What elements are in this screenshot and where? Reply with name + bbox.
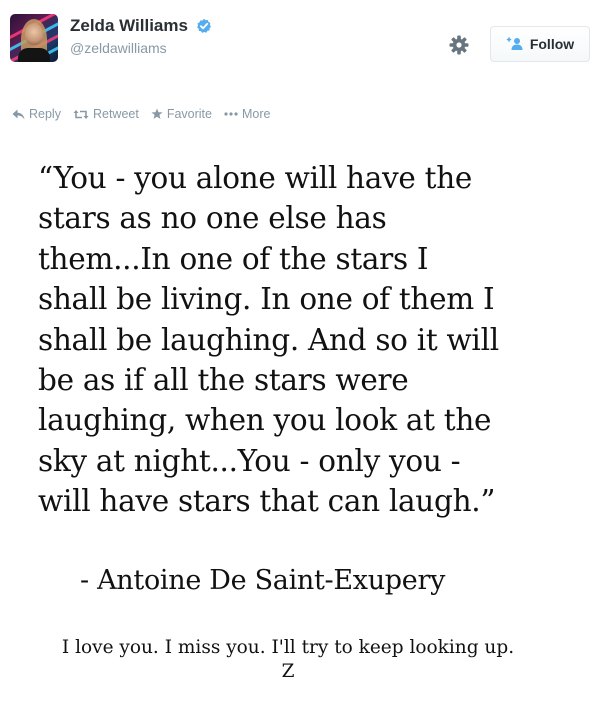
retweet-action[interactable]: Retweet — [73, 107, 139, 121]
add-user-icon — [506, 37, 523, 50]
follow-label: Follow — [529, 36, 575, 52]
quote-line: them...In one of the stars I — [38, 241, 429, 276]
tweet-image-quote: “You - you alone will have the stars as … — [38, 158, 598, 522]
message-line: I love you. I miss you. I'll try to keep… — [61, 637, 515, 658]
quote-attribution: - Antoine De Saint-Exupery — [80, 565, 446, 596]
favorite-label: Favorite — [166, 107, 212, 121]
verified-badge-icon — [196, 18, 212, 34]
quote-line: will have stars that can laugh.” — [38, 484, 496, 519]
more-action[interactable]: More — [224, 107, 270, 121]
reply-icon — [12, 109, 25, 119]
quote-line: sky at night...You - only you - — [38, 443, 461, 478]
user-handle[interactable]: @zeldawilliams — [70, 40, 212, 56]
quote-line: “You - you alone will have the — [38, 161, 473, 195]
user-info: Zelda Williams @zeldawilliams — [70, 16, 212, 56]
message-signature: Z — [281, 661, 295, 682]
quote-line: laughing, when you look at the — [38, 403, 492, 438]
retweet-label: Retweet — [92, 107, 139, 121]
ellipsis-icon — [224, 112, 238, 116]
favorite-action[interactable]: Favorite — [151, 107, 212, 121]
reply-label: Reply — [29, 107, 61, 121]
quote-line: shall be living. In one of them I — [38, 282, 495, 317]
avatar[interactable] — [10, 14, 58, 62]
reply-action[interactable]: Reply — [12, 107, 61, 121]
follow-button[interactable]: Follow — [490, 26, 590, 62]
gear-icon[interactable] — [448, 34, 470, 56]
more-label: More — [241, 107, 271, 121]
quote-line: be as if all the stars were — [38, 363, 409, 398]
personal-message: I love you. I miss you. I'll try to keep… — [0, 636, 576, 684]
tweet-header: Zelda Williams @zeldawilliams Follow — [10, 14, 590, 78]
star-icon — [151, 108, 163, 119]
quote-line: stars as no one else has — [38, 201, 387, 236]
quote-line: shall be laughing. And so it will — [38, 322, 499, 357]
tweet-actions: Reply Retweet Favorite More — [12, 106, 282, 122]
retweet-icon — [73, 109, 89, 119]
display-name[interactable]: Zelda Williams — [70, 16, 188, 36]
